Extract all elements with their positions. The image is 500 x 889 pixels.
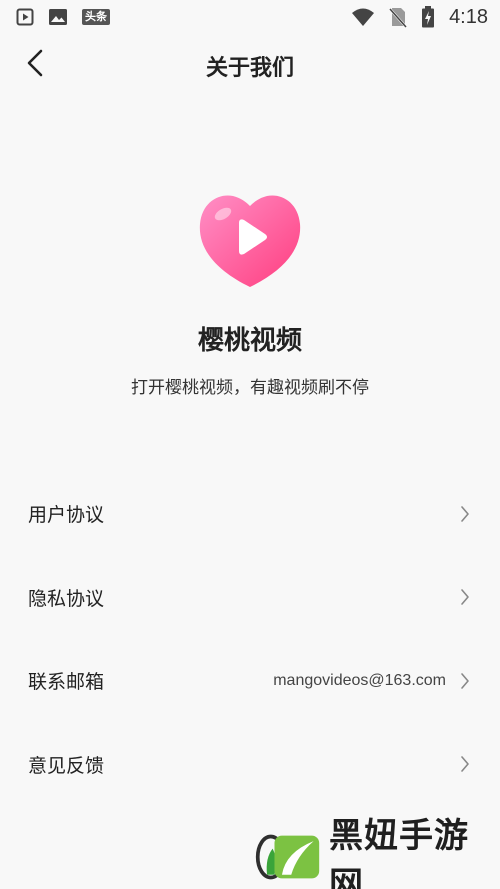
menu-item-feedback[interactable]: 意见反馈 — [0, 723, 500, 807]
chevron-right-icon — [460, 505, 470, 523]
contact-email-value: mangovideos@163.com — [273, 671, 446, 689]
no-sim-icon — [389, 6, 407, 28]
heart-play-icon — [199, 195, 301, 287]
app-name: 樱桃视频 — [197, 326, 302, 356]
menu-item-label: 隐私协议 — [28, 587, 105, 610]
toutiao-news-icon: 头条 — [82, 9, 110, 25]
play-box-icon — [16, 8, 34, 26]
page-title: 关于我们 — [205, 56, 294, 81]
watermark-logo-icon — [255, 834, 320, 880]
status-bar: 头条 4:18 — [0, 0, 500, 34]
menu-item-label: 意见反馈 — [28, 754, 105, 777]
wifi-icon — [351, 7, 375, 27]
status-time: 4:18 — [449, 5, 488, 28]
menu-item-label: 联系邮箱 — [28, 671, 105, 694]
site-watermark: 黑妞手游网 — [254, 816, 492, 889]
app-info: 樱桃视频 打开樱桃视频，有趣视频刷不停 — [0, 190, 500, 398]
about-menu-list: 用户协议 隐私协议 联系邮箱 mangovideos@163.com 意见反馈 — [0, 472, 500, 806]
chevron-right-icon — [460, 588, 470, 606]
menu-item-label: 用户协议 — [28, 504, 105, 527]
battery-charging-icon — [421, 6, 435, 28]
menu-item-privacy-policy[interactable]: 隐私协议 — [0, 556, 500, 640]
chevron-right-icon — [460, 755, 470, 773]
watermark-text: 黑妞手游网 — [329, 816, 470, 889]
status-right-icons: 4:18 — [351, 6, 488, 29]
app-slogan: 打开樱桃视频，有趣视频刷不停 — [131, 378, 369, 398]
chevron-right-icon — [460, 672, 470, 690]
status-left-icons: 头条 — [16, 8, 110, 26]
about-us-screen: 头条 4:18 关于我们 樱桃视频 打开樱桃视频，有趣视频刷不停 用户协议 隐私… — [0, 0, 500, 889]
app-bar: 关于我们 — [0, 38, 500, 92]
menu-item-user-agreement[interactable]: 用户协议 — [0, 472, 500, 556]
menu-item-contact-email[interactable]: 联系邮箱 mangovideos@163.com — [0, 639, 500, 723]
image-icon — [48, 8, 68, 26]
